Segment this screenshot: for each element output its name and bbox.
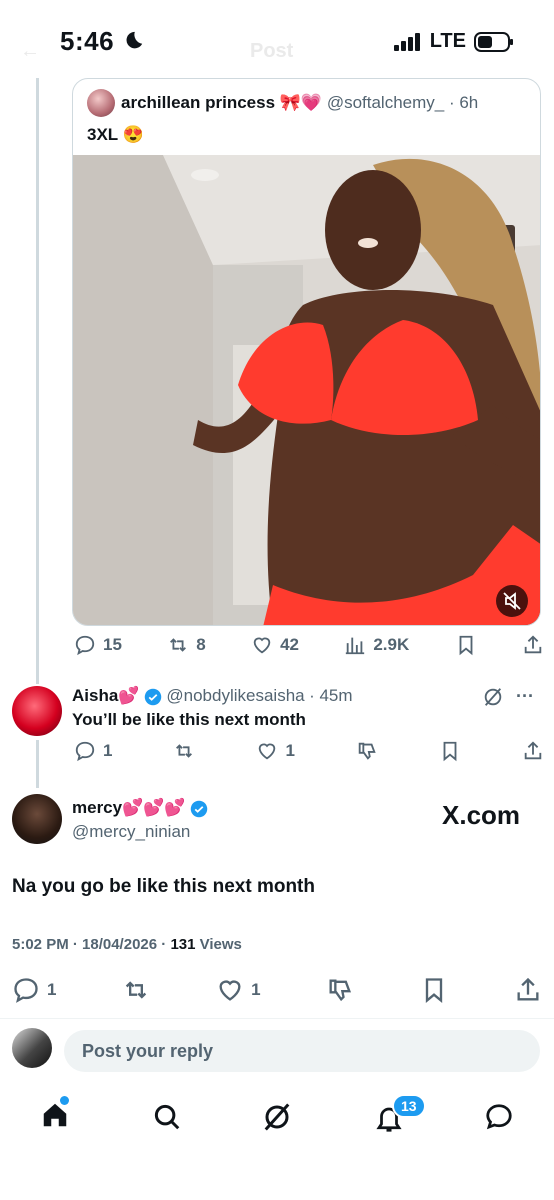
divider [0,1018,554,1019]
reply-icon [12,976,40,1004]
like-button[interactable]: 1 [256,740,295,762]
quoted-author-name[interactable]: archillean princess 🎀💗 [121,93,322,112]
grok-tab-icon[interactable] [262,1102,292,1132]
share-button[interactable] [522,740,544,762]
quoted-video[interactable] [73,155,540,625]
reply-author-handle[interactable]: @nobdylikesaisha [166,686,304,705]
share-icon [522,634,544,656]
bookmark-icon [455,634,477,656]
notifications-badge: 13 [392,1094,426,1118]
battery-icon [474,31,514,52]
dislike-button[interactable] [356,740,378,762]
share-icon [522,740,544,762]
reply-author-name[interactable]: Aisha💕 [72,686,139,705]
like-button[interactable]: 42 [251,634,299,656]
reply-author-avatar[interactable] [12,686,62,736]
page-title: Post [250,40,294,62]
back-arrow-icon[interactable]: ← [20,40,40,63]
repost-button[interactable] [173,740,195,762]
views-button[interactable]: 2.9K [344,634,409,656]
views-count: 131 [170,936,196,953]
verified-badge-icon [144,688,162,706]
home-icon[interactable] [40,1096,70,1130]
main-post-actions: 1 1 [12,976,542,1004]
status-time: 5:46 [60,26,144,57]
repost-icon [173,740,195,762]
repost-icon [122,976,150,1004]
dislike-button[interactable] [326,976,354,1004]
analytics-icon [344,634,366,656]
repost-button[interactable]: 8 [167,634,206,656]
reply-author-line: Aisha💕 @nobdylikesaisha · 45m [72,686,353,706]
grok-icon[interactable] [482,686,504,708]
home-dot [60,1096,69,1105]
bookmark-icon [420,976,448,1004]
xcom-watermark: X.com [442,800,521,830]
bookmark-icon [439,740,461,762]
bottom-tab-bar: 13 [0,1094,554,1138]
thread-line [36,740,39,788]
bookmark-button[interactable] [420,976,448,1004]
like-button[interactable]: 1 [216,976,261,1004]
reply-input[interactable]: Post your reply [64,1030,540,1072]
repost-button[interactable] [122,976,150,1004]
heart-icon [251,634,273,656]
heart-icon [216,976,244,1004]
thumbs-down-icon [356,740,378,762]
main-author-handle[interactable]: @mercy_ninian [72,822,190,842]
share-button[interactable] [514,976,542,1004]
main-author-name[interactable]: mercy💕💕💕 [72,798,186,817]
signal-icon [393,32,422,51]
quoted-post-age: · 6h [448,93,479,112]
reply-button[interactable]: 1 [12,976,56,1004]
quoted-author-line: archillean princess 🎀💗 @softalchemy_ · 6… [121,93,478,113]
reply-icon [74,634,96,656]
messages-icon[interactable] [484,1102,514,1132]
network-label: LTE [429,30,466,52]
quoted-post-text: 3XL 😍 [87,125,144,144]
mute-icon[interactable] [496,585,528,617]
reply-button[interactable]: 15 [74,634,122,656]
post-timestamp[interactable]: 5:02 PM · 18/04/2026 · [12,936,170,953]
heart-icon [256,740,278,762]
reply-age: · 45m [309,686,353,705]
thread-line [36,78,39,684]
views-label: Views [195,936,242,953]
bookmark-button[interactable] [455,634,477,656]
reply-icon [74,740,96,762]
verified-badge-icon [190,800,208,818]
status-indicators: LTE [393,30,514,53]
repost-icon [167,634,189,656]
main-post-meta: 5:02 PM · 18/04/2026 · 131 Views [12,936,242,953]
moon-icon [122,30,144,52]
search-icon[interactable] [152,1102,182,1132]
bookmark-button[interactable] [439,740,461,762]
reply-actions: 1 1 [74,740,544,762]
quoted-post-card[interactable]: archillean princess 🎀💗 @softalchemy_ · 6… [72,78,541,626]
user-avatar[interactable] [12,1028,52,1068]
main-author-name-line: mercy💕💕💕 [72,798,208,818]
quoted-post-actions: 15 8 42 2.9K [74,634,544,656]
share-icon [514,976,542,1004]
quoted-author-avatar[interactable] [87,89,115,117]
quoted-author-handle[interactable]: @softalchemy_ [327,93,444,112]
reply-text: You’ll be like this next month [72,710,306,729]
main-post-text: Na you go be like this next month [12,876,315,897]
share-button[interactable] [522,634,544,656]
main-author-avatar[interactable] [12,794,62,844]
reply-button[interactable]: 1 [74,740,112,762]
more-options-icon[interactable]: ··· [516,686,534,707]
thumbs-down-icon [326,976,354,1004]
